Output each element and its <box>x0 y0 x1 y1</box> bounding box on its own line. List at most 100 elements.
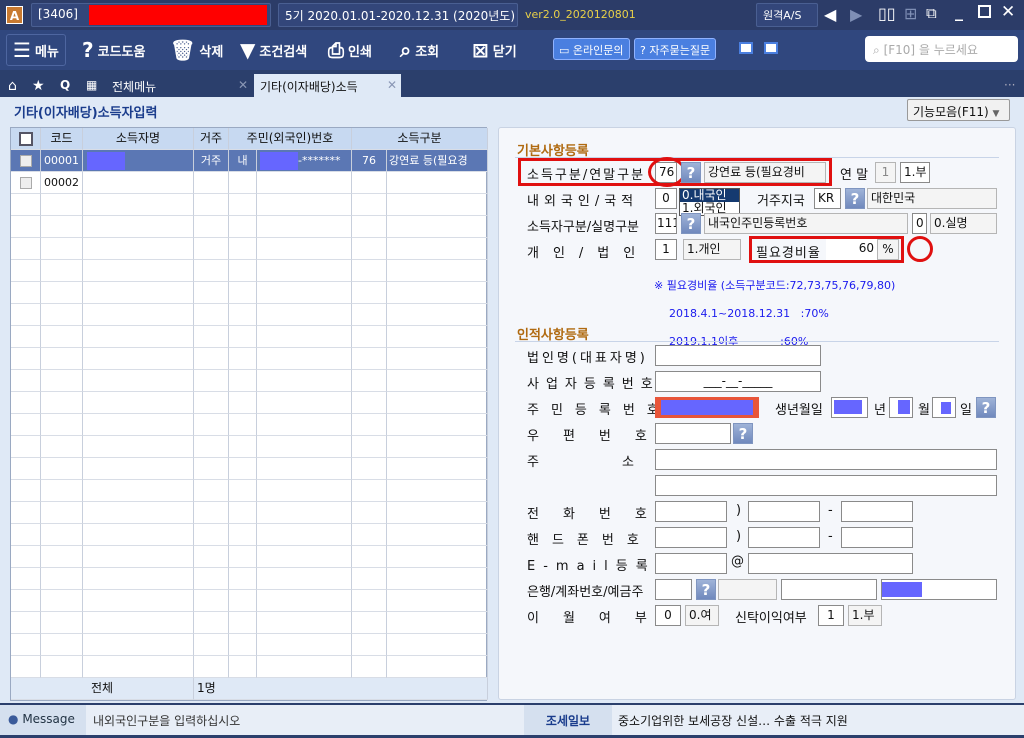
grid-cell[interactable] <box>194 282 229 304</box>
grid-cell[interactable] <box>229 392 257 414</box>
grid-cell[interactable] <box>352 194 387 216</box>
grid-cell[interactable] <box>387 194 488 216</box>
grid-cell[interactable] <box>229 656 257 678</box>
grid-cell[interactable] <box>229 502 257 524</box>
person-code-input[interactable]: 1 <box>655 239 677 260</box>
home-icon[interactable]: ⌂ <box>2 74 23 97</box>
grid-cell[interactable] <box>83 612 194 634</box>
grid-cell[interactable] <box>41 304 83 326</box>
grid-cell[interactable] <box>352 612 387 634</box>
grid-cell[interactable] <box>194 238 229 260</box>
account-number-input[interactable] <box>781 579 877 600</box>
grid-cell[interactable] <box>229 238 257 260</box>
nationality-code-input[interactable]: 0 <box>655 188 677 209</box>
grid-cell[interactable] <box>41 524 83 546</box>
grid-cell[interactable] <box>11 304 41 326</box>
grid-cell[interactable] <box>229 436 257 458</box>
grid-cell[interactable] <box>257 304 352 326</box>
function-menu-button[interactable]: 기능모음(F11) ▼ <box>907 99 1010 121</box>
grid-cell[interactable] <box>257 370 352 392</box>
grid-cell[interactable] <box>83 260 194 282</box>
grid-cell[interactable] <box>257 590 352 612</box>
grid-cell[interactable] <box>257 546 352 568</box>
restore-icon[interactable]: ⧉ <box>926 4 937 22</box>
grid-cell[interactable] <box>11 260 41 282</box>
address-line1-input[interactable] <box>655 449 997 470</box>
grid-cell[interactable] <box>194 392 229 414</box>
grid-cell[interactable] <box>257 612 352 634</box>
menu-search-input[interactable]: ⌕ [F10] 을 누르세요 <box>865 36 1018 62</box>
nationality-dropdown[interactable]: 0.내국인 1.외국인 <box>679 188 740 216</box>
grid-cell[interactable] <box>229 414 257 436</box>
grid-cell[interactable] <box>11 216 41 238</box>
header-code[interactable]: 코드 <box>41 128 83 150</box>
grid-cell[interactable] <box>41 612 83 634</box>
birth-help-icon[interactable]: ? <box>976 397 996 418</box>
code-help-button[interactable]: ? 코드도움 <box>82 36 145 64</box>
grid-cell[interactable] <box>11 458 41 480</box>
grid-cell[interactable] <box>352 172 387 194</box>
grid-cell[interactable] <box>11 282 41 304</box>
grid-cell[interactable] <box>257 502 352 524</box>
row-name-redacted[interactable] <box>83 150 194 172</box>
bizno-input[interactable]: ___-__-_____ <box>655 371 821 392</box>
grid-cell[interactable] <box>387 524 488 546</box>
grid-cell[interactable] <box>41 282 83 304</box>
grid-cell[interactable] <box>11 612 41 634</box>
grid-cell[interactable] <box>41 194 83 216</box>
grid-cell[interactable] <box>257 238 352 260</box>
row-code[interactable]: 00002 <box>41 172 83 194</box>
grid-cell[interactable] <box>352 260 387 282</box>
grid-cell[interactable] <box>41 458 83 480</box>
grid-cell[interactable] <box>257 436 352 458</box>
online-inquiry-button[interactable]: ▭ 온라인문의 <box>553 38 630 60</box>
mobile-middle-input[interactable] <box>748 527 820 548</box>
grid-cell[interactable] <box>352 304 387 326</box>
grid-cell[interactable] <box>194 216 229 238</box>
row-resident[interactable]: 거주 <box>194 150 229 172</box>
grid-cell[interactable] <box>229 480 257 502</box>
grid-cell[interactable] <box>83 172 194 194</box>
address-line2-input[interactable] <box>655 475 997 496</box>
grid-cell[interactable] <box>387 414 488 436</box>
grid-cell[interactable] <box>11 436 41 458</box>
close-icon[interactable]: ✕ <box>1001 2 1015 22</box>
country-code-input[interactable]: KR <box>814 188 841 209</box>
grid-cell[interactable] <box>11 414 41 436</box>
grid-cell[interactable] <box>352 326 387 348</box>
print-button[interactable]: ⎙ 인쇄 <box>328 36 372 64</box>
grid-cell[interactable] <box>41 502 83 524</box>
grid-cell[interactable] <box>352 590 387 612</box>
corp-name-input[interactable] <box>655 345 821 366</box>
forward-arrow-icon[interactable]: ▶ <box>850 5 862 24</box>
grid-cell[interactable] <box>11 524 41 546</box>
header-name[interactable]: 소득자명 <box>83 128 194 150</box>
grid-cell[interactable] <box>11 568 41 590</box>
grid-cell[interactable] <box>41 216 83 238</box>
star-icon[interactable]: ★ <box>26 74 51 97</box>
period-selector[interactable]: 5기 2020.01.01-2020.12.31 (2020년도) <box>278 3 518 27</box>
grid-cell[interactable] <box>387 656 488 678</box>
grid-cell[interactable] <box>387 502 488 524</box>
grid-cell[interactable] <box>352 348 387 370</box>
grid-cell[interactable] <box>41 238 83 260</box>
rrn-input[interactable] <box>655 397 759 418</box>
grid-cell[interactable] <box>41 414 83 436</box>
select-all-checkbox[interactable] <box>11 128 41 150</box>
grid-cell[interactable] <box>83 304 194 326</box>
zip-help-icon[interactable]: ? <box>733 423 753 444</box>
bank-help-icon[interactable]: ? <box>696 579 716 600</box>
grid-cell[interactable] <box>387 260 488 282</box>
grid-cell[interactable] <box>83 656 194 678</box>
grid-cell[interactable] <box>387 238 488 260</box>
grid-cell[interactable] <box>194 612 229 634</box>
grid-cell[interactable] <box>257 458 352 480</box>
grid-cell[interactable] <box>352 634 387 656</box>
grid-cell[interactable] <box>194 370 229 392</box>
grid-cell[interactable] <box>83 238 194 260</box>
grid-cell[interactable] <box>194 436 229 458</box>
grid-cell[interactable] <box>11 502 41 524</box>
grid-cell[interactable] <box>257 414 352 436</box>
grid-cell[interactable] <box>257 326 352 348</box>
grid-cell[interactable] <box>229 172 257 194</box>
